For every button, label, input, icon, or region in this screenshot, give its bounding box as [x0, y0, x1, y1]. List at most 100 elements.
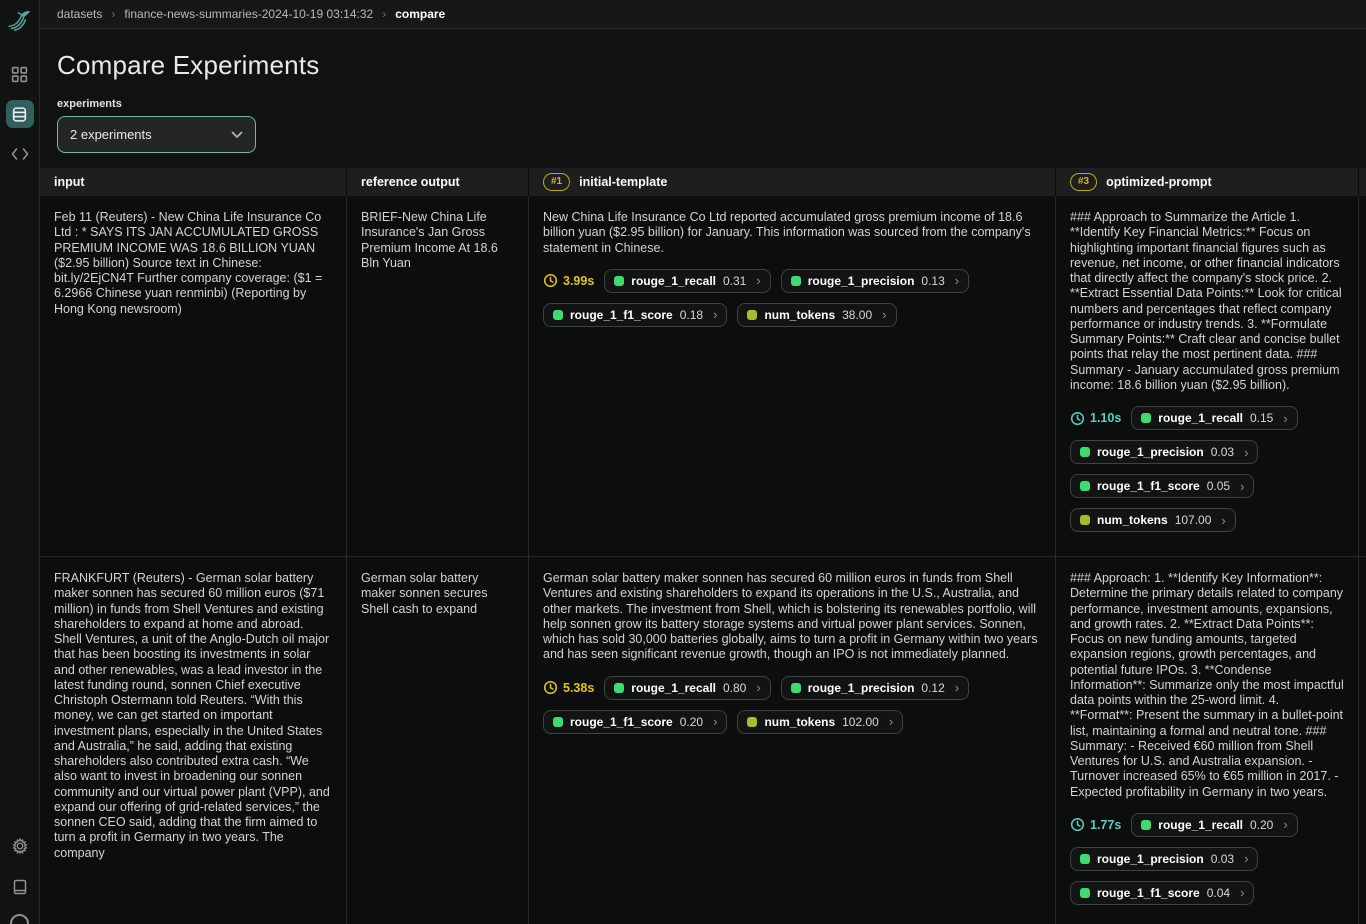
experiment-number-pill: #1: [543, 173, 570, 191]
chevron-right-icon: ›: [882, 308, 886, 321]
metric-badge-rouge_1_f1_score[interactable]: rouge_1_f1_score0.05›: [1070, 474, 1254, 498]
chevron-right-icon: ›: [713, 715, 717, 728]
metric-color-dot: [791, 683, 801, 693]
sidebar-bottom: [6, 832, 34, 924]
metric-name: rouge_1_f1_score: [570, 308, 673, 322]
column-header-experiment-3[interactable]: #3optimized-prompt: [1056, 168, 1359, 196]
profile-avatar[interactable]: [10, 914, 29, 924]
cell-input[interactable]: Feb 11 (Reuters) - New China Life Insura…: [40, 196, 347, 557]
metric-color-dot: [1080, 515, 1090, 525]
metric-badge-rouge_1_f1_score[interactable]: rouge_1_f1_score 0.20 ›: [543, 710, 727, 734]
experiment-output-text: German solar battery maker sonnen has se…: [543, 571, 1041, 663]
metric-badge-rouge_1_precision[interactable]: rouge_1_precision0.12›: [781, 676, 969, 700]
metric-name: rouge_1_f1_score: [1097, 886, 1200, 900]
metric-badge-rouge_1_precision[interactable]: rouge_1_precision0.03›: [1070, 440, 1258, 464]
metric-badge-num_tokens[interactable]: num_tokens107.00›: [1070, 508, 1236, 532]
chevron-right-icon: ›: [756, 681, 760, 694]
cell-reference-output[interactable]: German solar battery maker sonnen secure…: [347, 557, 529, 924]
input-text: Feb 11 (Reuters) - New China Life Insura…: [54, 210, 332, 317]
chevron-right-icon: ›: [955, 274, 959, 287]
experiment-output-text: ### Approach: 1. **Identify Key Informat…: [1070, 571, 1344, 800]
metric-name: rouge_1_precision: [1097, 852, 1204, 866]
chevron-right-icon: ›: [111, 7, 115, 21]
cell-experiment-output[interactable]: ### Approach: 1. **Identify Key Informat…: [1056, 557, 1359, 924]
metric-value: 0.15: [1250, 411, 1273, 425]
table-row: FRANKFURT (Reuters) - German solar batte…: [40, 557, 1366, 924]
cell-experiment-output[interactable]: New China Life Insurance Co Ltd reported…: [529, 196, 1056, 557]
metrics-row: 5.38s rouge_1_recall0.80› rouge_1_precisio…: [543, 676, 1041, 734]
metric-name: num_tokens: [764, 308, 835, 322]
phoenix-logo[interactable]: [5, 6, 35, 36]
chevron-right-icon: ›: [1244, 852, 1248, 865]
clock-icon: [1070, 411, 1085, 426]
metric-badge-num_tokens[interactable]: num_tokens102.00›: [737, 710, 903, 734]
breadcrumb-datasets[interactable]: datasets: [57, 7, 102, 21]
cell-input[interactable]: FRANKFURT (Reuters) - German solar batte…: [40, 557, 347, 924]
sidebar-nav: [6, 60, 34, 168]
latency-value: 5.38s: [563, 681, 594, 695]
breadcrumb-dataset-name[interactable]: finance-news-summaries-2024-10-19 03:14:…: [124, 7, 373, 21]
breadcrumb: datasets › finance-news-summaries-2024-1…: [40, 0, 1366, 29]
metric-value: 0.12: [921, 681, 944, 695]
reference-output-text: BRIEF-New China Life Insurance's Jan Gro…: [361, 210, 514, 271]
nav-code-button[interactable]: [6, 140, 34, 168]
nav-home-button[interactable]: [6, 60, 34, 88]
experiments-select[interactable]: 2 experiments: [57, 116, 256, 153]
metric-name: rouge_1_recall: [631, 681, 716, 695]
cell-reference-output[interactable]: BRIEF-New China Life Insurance's Jan Gro…: [347, 196, 529, 557]
metric-value: 0.03: [1211, 445, 1234, 459]
reference-output-text: German solar battery maker sonnen secure…: [361, 571, 514, 617]
settings-button[interactable]: [6, 832, 34, 860]
metric-badge-rouge_1_recall[interactable]: rouge_1_recall0.20›: [1131, 813, 1297, 837]
table-header-row: inputreference output#1initial-template#…: [40, 168, 1366, 196]
sidebar: [0, 0, 40, 924]
metric-value: 0.18: [680, 308, 703, 322]
metric-name: rouge_1_f1_score: [1097, 479, 1200, 493]
column-header-reference-output[interactable]: reference output: [347, 168, 529, 196]
compare-table: inputreference output#1initial-template#…: [40, 168, 1366, 924]
phoenix-bird-icon: [7, 8, 33, 34]
metric-badge-rouge_1_recall[interactable]: rouge_1_recall0.80›: [604, 676, 770, 700]
metric-badge-num_tokens[interactable]: num_tokens 38.00 ›: [737, 303, 896, 327]
metric-value: 38.00: [842, 308, 872, 322]
latency-value: 1.10s: [1090, 411, 1121, 425]
experiment-number-pill: #3: [1070, 173, 1097, 191]
code-icon: [11, 147, 29, 161]
book-icon: [12, 879, 28, 895]
metric-name: rouge_1_precision: [808, 681, 915, 695]
breadcrumb-compare: compare: [395, 7, 445, 21]
column-header-experiment-1[interactable]: #1initial-template: [529, 168, 1056, 196]
metric-color-dot: [614, 276, 624, 286]
metric-badge-rouge_1_f1_score[interactable]: rouge_1_f1_score0.18›: [543, 303, 727, 327]
metric-value: 0.20: [680, 715, 703, 729]
metric-value: 0.31: [723, 274, 746, 288]
metric-badge-rouge_1_precision[interactable]: rouge_1_precision0.03›: [1070, 847, 1258, 871]
metric-value: 0.04: [1207, 886, 1230, 900]
metric-color-dot: [747, 310, 757, 320]
metric-badge-rouge_1_recall[interactable]: rouge_1_recall0.31›: [604, 269, 770, 293]
title-block: Compare Experiments experiments 2 experi…: [40, 29, 1366, 153]
metric-value: 102.00: [842, 715, 879, 729]
metric-color-dot: [1141, 413, 1151, 423]
table-spacer-header: [1359, 168, 1366, 196]
metric-color-dot: [791, 276, 801, 286]
table-body: Feb 11 (Reuters) - New China Life Insura…: [40, 196, 1366, 924]
cell-experiment-output[interactable]: German solar battery maker sonnen has se…: [529, 557, 1056, 924]
nav-datasets-button[interactable]: [6, 100, 34, 128]
metric-name: num_tokens: [764, 715, 835, 729]
metrics-row: 1.77srouge_1_recall0.20›rouge_1_precisio…: [1070, 813, 1344, 905]
metric-badge-rouge_1_f1_score[interactable]: rouge_1_f1_score0.04›: [1070, 881, 1254, 905]
metrics-row: 3.99s rouge_1_recall0.31› rouge_1_precisio…: [543, 269, 1041, 327]
latency-indicator: 3.99s: [543, 273, 594, 288]
metric-value: 0.05: [1207, 479, 1230, 493]
metric-badge-rouge_1_recall[interactable]: rouge_1_recall0.15›: [1131, 406, 1297, 430]
metric-badge-rouge_1_precision[interactable]: rouge_1_precision0.13›: [781, 269, 969, 293]
docs-button[interactable]: [6, 873, 34, 901]
column-header-label: input: [54, 175, 85, 189]
metric-name: rouge_1_f1_score: [570, 715, 673, 729]
latency-indicator: 1.10s: [1070, 411, 1121, 426]
latency-indicator: 5.38s: [543, 680, 594, 695]
experiment-output-text: ### Approach to Summarize the Article 1.…: [1070, 210, 1344, 393]
column-header-input[interactable]: input: [40, 168, 347, 196]
cell-experiment-output[interactable]: ### Approach to Summarize the Article 1.…: [1056, 196, 1359, 557]
